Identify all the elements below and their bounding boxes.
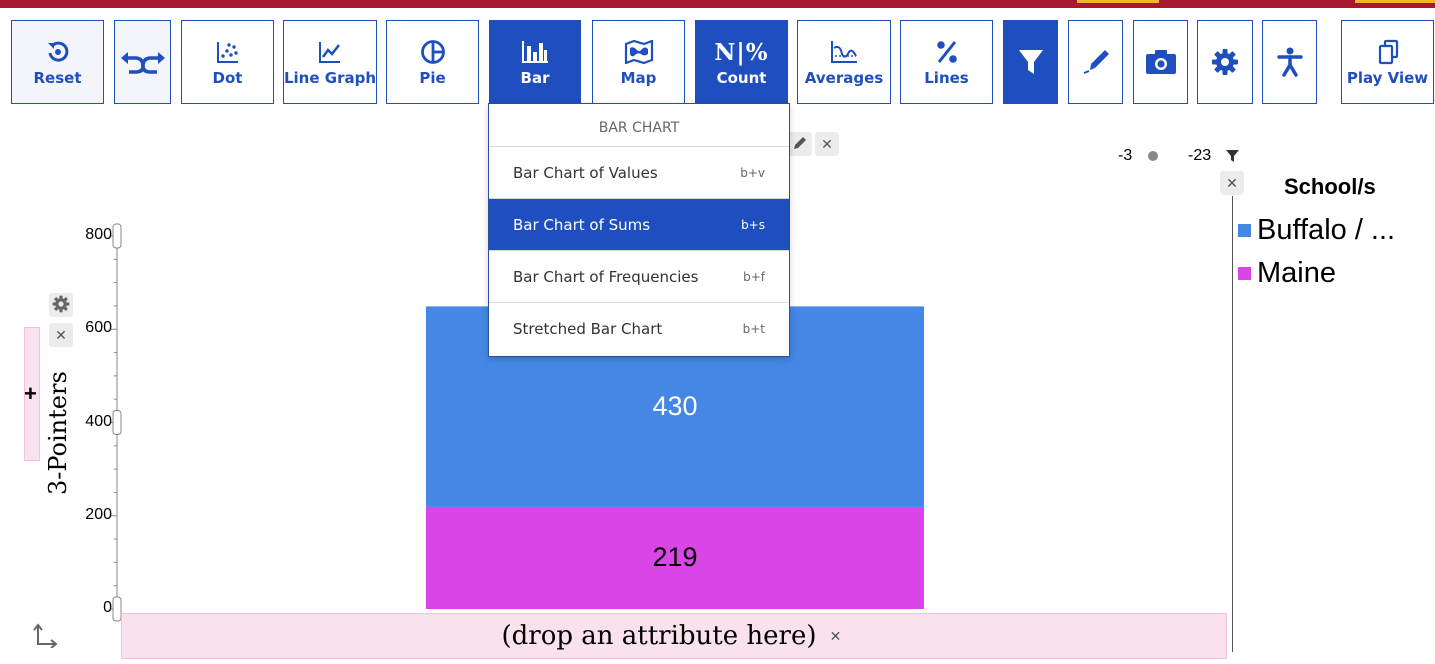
menu-item-bar-chart-of-values[interactable]: Bar Chart of Values b+v bbox=[489, 146, 789, 198]
menu-item-label: Bar Chart of Sums bbox=[513, 215, 651, 234]
y-tick-label: 800 bbox=[85, 226, 112, 243]
y-tick-label: 600 bbox=[85, 319, 112, 337]
drop-zone-close-button[interactable]: ✕ bbox=[825, 625, 847, 647]
menu-item-shortcut: b+s bbox=[741, 217, 765, 232]
menu-item-shortcut: b+v bbox=[740, 165, 765, 180]
menu-item-bar-chart-of-sums[interactable]: Bar Chart of Sums b+s bbox=[489, 198, 789, 250]
axis-lower-handle[interactable] bbox=[112, 596, 122, 622]
close-icon: ✕ bbox=[829, 627, 842, 644]
axis-upper-handle[interactable] bbox=[112, 223, 122, 249]
axis-middle-handle[interactable] bbox=[112, 410, 122, 435]
menu-item-label: Stretched Bar Chart bbox=[513, 319, 663, 338]
menu-item-bar-chart-of-frequencies[interactable]: Bar Chart of Frequencies b+f bbox=[489, 250, 789, 302]
menu-item-shortcut: b+t bbox=[742, 321, 765, 336]
y-tick-label: 200 bbox=[85, 505, 112, 523]
menu-item-stretched-bar-chart[interactable]: Stretched Bar Chart b+t bbox=[489, 302, 789, 354]
bar-chart-menu-title: BAR CHART bbox=[598, 120, 680, 136]
menu-item-label: Bar Chart of Frequencies bbox=[513, 267, 699, 286]
drop-zone-text: (drop an attribute here) bbox=[501, 621, 817, 651]
menu-item-shortcut: b+f bbox=[743, 269, 765, 284]
bar-value-label: 219 bbox=[652, 542, 698, 573]
y-tick-label: 400 bbox=[85, 412, 112, 430]
x-axis-drop-zone[interactable]: (drop an attribute here) ✕ bbox=[121, 613, 1227, 659]
menu-item-label: Bar Chart of Values bbox=[513, 163, 658, 182]
y-tick-label: 0 bbox=[103, 599, 112, 616]
app-root: Reset Dot Line Graph Pie Bar Map N|% Cou… bbox=[0, 0, 1435, 664]
bar-chart-menu: BAR CHART Bar Chart of Values b+v Bar Ch… bbox=[488, 103, 790, 357]
swap-axes-icon[interactable] bbox=[32, 622, 58, 653]
